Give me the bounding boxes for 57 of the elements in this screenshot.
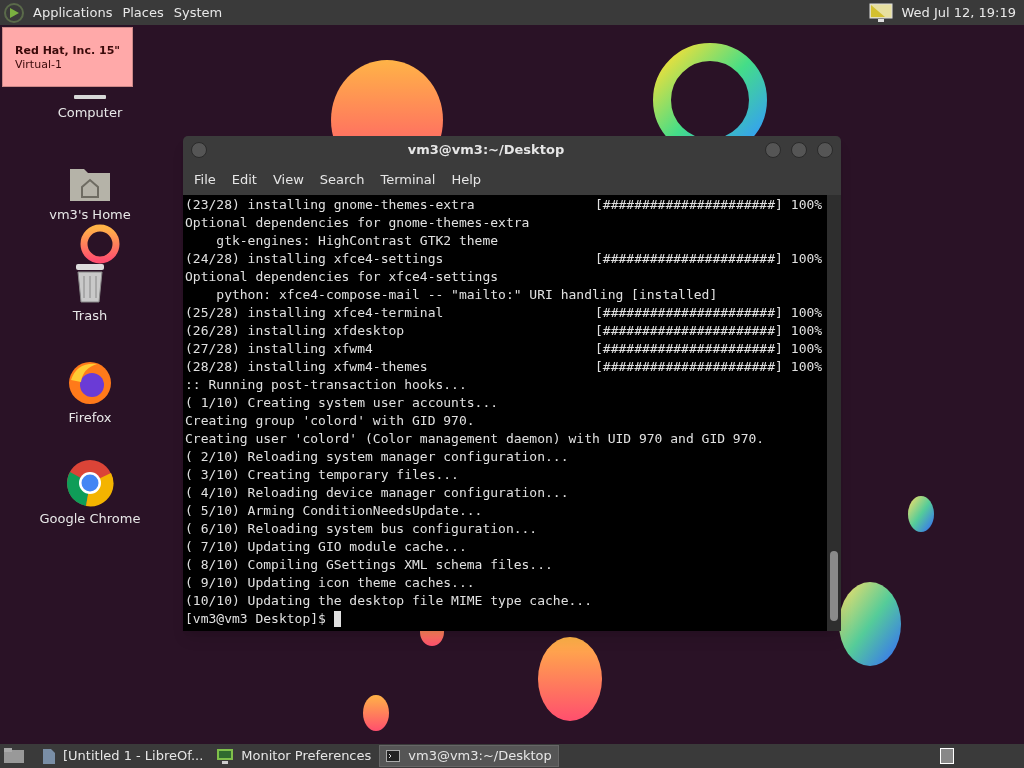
taskbar-button[interactable]: Monitor Preferences	[211, 745, 378, 767]
terminal-prompt: [vm3@vm3 Desktop]$	[185, 610, 326, 628]
taskbar-button[interactable]: [Untitled 1 - LibreOf...	[37, 745, 210, 767]
progress-percent: 100%	[790, 358, 823, 376]
terminal-line: ( 7/10) Updating GIO module cache...	[185, 538, 468, 556]
terminal-line: python: xfce4-compose-mail -- "mailto:" URI handling [installed]	[215, 286, 718, 304]
terminal-line: ( 2/10) Reloading system manager configuration...	[185, 448, 570, 466]
menu-item[interactable]: Edit	[223, 169, 265, 190]
panel-menu[interactable]: System	[168, 2, 228, 23]
clock[interactable]: Wed Jul 12, 19:19	[901, 2, 1020, 23]
progress-bar-text: [######################]	[595, 196, 783, 214]
progress-percent: 100%	[790, 304, 823, 322]
window-title: vm3@vm3:~/Desktop	[406, 141, 566, 160]
terminal-line: (28/28) installing xfwm4-themes	[185, 358, 429, 376]
menu-item[interactable]: Help	[443, 169, 490, 190]
progress-bar-text: [######################]	[595, 340, 783, 358]
desktop-icon-label[interactable]: vm3's Home	[49, 204, 131, 224]
terminal-line: ( 8/10) Compiling GSettings XML schema files...	[185, 556, 554, 574]
desktop-icon-label[interactable]: Google Chrome	[39, 509, 141, 529]
terminal-line: ( 6/10) Reloading system bus configuration...	[185, 520, 539, 538]
progress-percent: 100%	[790, 250, 823, 268]
taskbar-button[interactable]: vm3@vm3:~/Desktop	[379, 745, 559, 767]
terminal-line: Optional dependencies for gnome-themes-extra	[185, 214, 531, 232]
desktop-icon-label[interactable]: Firefox	[68, 407, 112, 427]
terminal-line: ( 5/10) Arming ConditionNeedsUpdate...	[185, 502, 484, 520]
menu-item[interactable]: View	[264, 169, 312, 190]
progress-bar-text: [######################]	[595, 358, 783, 376]
progress-bar-text: [######################]	[595, 304, 783, 322]
desktop-icon-label[interactable]: Trash	[72, 306, 108, 326]
desktop-icon-label[interactable]: Computer	[57, 103, 123, 123]
progress-percent: 100%	[790, 322, 823, 340]
terminal-line: :: Running post-transaction hooks...	[185, 376, 468, 394]
terminal-line: Optional dependencies for xfce4-settings	[185, 268, 500, 286]
progress-percent: 100%	[790, 196, 823, 214]
terminal-line: ( 1/10) Creating system user accounts...	[185, 394, 500, 412]
terminal-line: (27/28) installing xfwm4	[185, 340, 374, 358]
terminal-line: (23/28) installing gnome-themes-extra	[185, 196, 476, 214]
terminal-line: (10/10) Updating the desktop file MIME type cache...	[185, 592, 593, 610]
terminal-line: (25/28) installing xfce4-terminal	[185, 304, 445, 322]
terminal-line: ( 4/10) Reloading device manager configuration...	[185, 484, 570, 502]
terminal-line: ( 9/10) Updating icon theme caches...	[185, 574, 476, 592]
panel-menu[interactable]: Applications	[28, 2, 118, 23]
terminal-line: Creating user 'colord' (Color management daemon) with UID 970 and GID 970.	[185, 430, 765, 448]
progress-percent: 100%	[790, 340, 823, 358]
notification-subtitle: Virtual-1	[15, 58, 63, 71]
terminal-line: (26/28) installing xfdesktop	[185, 322, 406, 340]
progress-bar-text: [######################]	[595, 322, 783, 340]
menu-item[interactable]: Search	[311, 169, 373, 190]
terminal-line: gtk-engines: HighContrast GTK2 theme	[215, 232, 500, 250]
menu-item[interactable]: Terminal	[372, 169, 444, 190]
terminal-line: ( 3/10) Creating temporary files...	[185, 466, 460, 484]
terminal-line: Creating group 'colord' with GID 970.	[185, 412, 476, 430]
terminal-line: (24/28) installing xfce4-settings	[185, 250, 445, 268]
progress-bar-text: [######################]	[595, 250, 783, 268]
panel-menu[interactable]: Places	[117, 2, 169, 23]
menu-item[interactable]: File	[186, 169, 224, 190]
notification-title: Red Hat, Inc. 15"	[15, 43, 121, 58]
